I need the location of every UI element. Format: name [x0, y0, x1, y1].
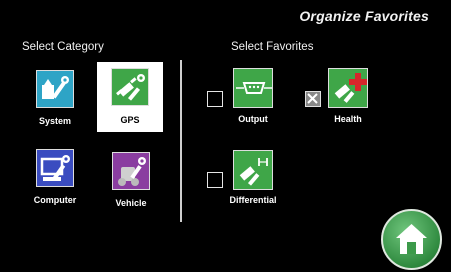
gps-icon: [111, 68, 149, 106]
output-label: Output: [238, 114, 268, 124]
home-icon: [396, 224, 427, 254]
health-checkbox[interactable]: [305, 91, 321, 107]
category-computer-label: Computer: [33, 195, 77, 205]
differential-checkbox[interactable]: [207, 172, 223, 188]
differential-label: Differential: [229, 195, 277, 205]
category-system-button[interactable]: System: [22, 64, 88, 134]
section-divider: [180, 60, 182, 222]
category-gps-button[interactable]: GPS: [97, 62, 163, 132]
system-icon: [36, 70, 74, 108]
vehicle-icon: [112, 152, 150, 190]
category-section-label: Select Category: [22, 41, 104, 53]
category-system-label: System: [38, 116, 72, 126]
favorites-section-label: Select Favorites: [231, 41, 314, 53]
health-label: Health: [334, 114, 362, 124]
computer-icon: [36, 149, 74, 187]
home-button[interactable]: [381, 209, 442, 270]
category-vehicle-button[interactable]: Vehicle: [98, 146, 164, 216]
output-checkbox[interactable]: [207, 91, 223, 107]
category-computer-button[interactable]: Computer: [22, 143, 88, 213]
serial-port-icon[interactable]: [233, 68, 273, 108]
health-icon[interactable]: [328, 68, 368, 108]
checkmark-x-icon: [307, 93, 318, 104]
differential-icon[interactable]: [233, 150, 273, 190]
category-vehicle-label: Vehicle: [115, 198, 147, 208]
category-gps-label: GPS: [120, 115, 140, 125]
page-title: Organize Favorites: [299, 8, 429, 24]
